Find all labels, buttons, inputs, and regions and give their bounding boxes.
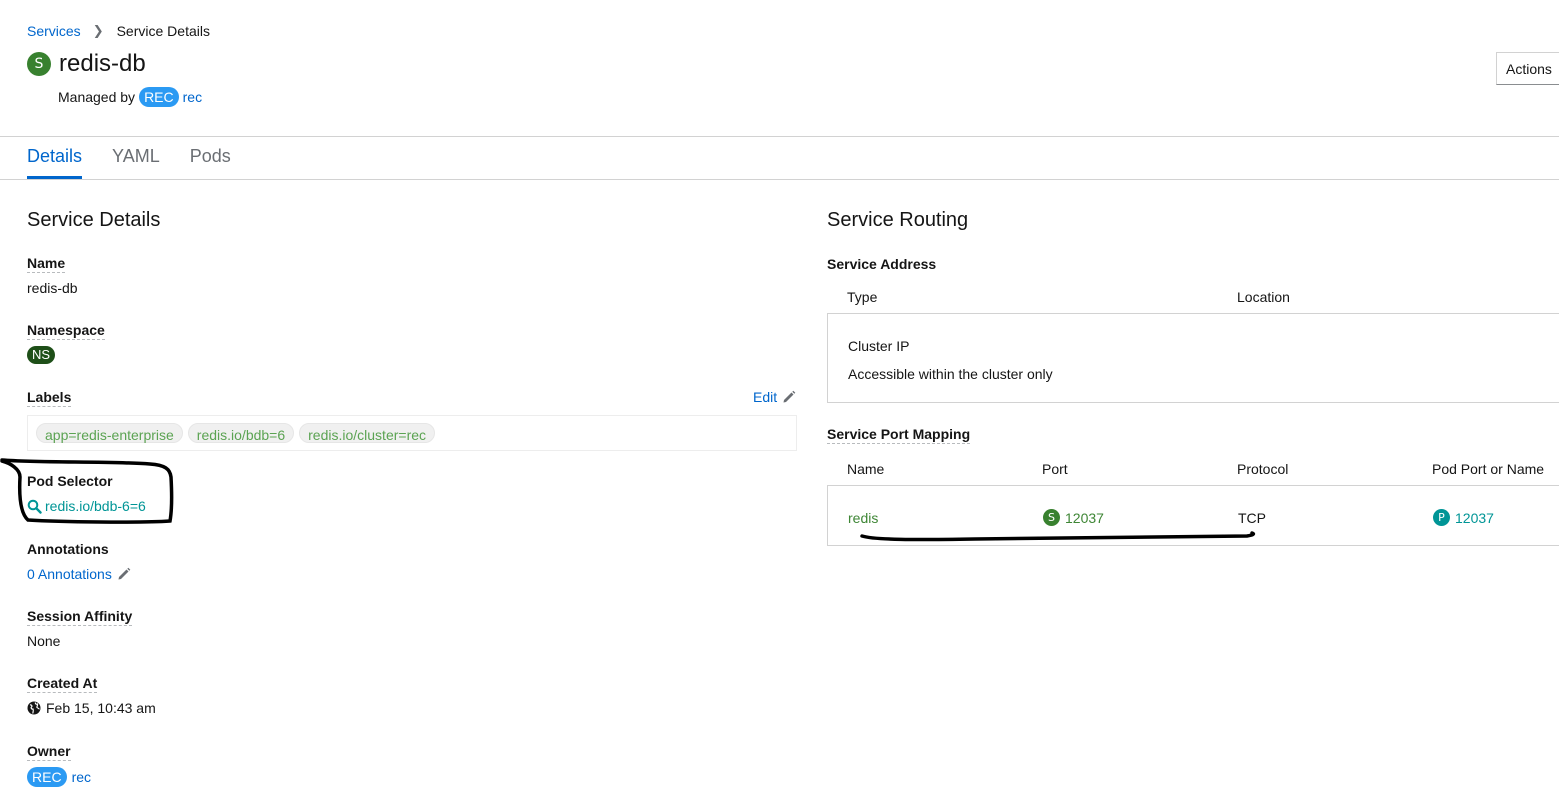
- service-address-table: Cluster IP Accessible within the cluster…: [827, 313, 1559, 403]
- hand-drawn-underline: [860, 531, 1256, 542]
- pencil-icon: [783, 390, 796, 403]
- name-label: Name: [27, 255, 66, 273]
- port-value[interactable]: 12037: [1065, 510, 1104, 526]
- service-address-label: Service Address: [827, 256, 937, 272]
- pod-port-cell[interactable]: P 12037: [1433, 509, 1494, 526]
- actions-button[interactable]: Actions: [1496, 52, 1559, 85]
- pod-port-value[interactable]: 12037: [1455, 510, 1494, 526]
- port-name-link[interactable]: redis: [848, 510, 878, 526]
- annotations-value[interactable]: 0 Annotations: [27, 566, 112, 582]
- column-header-location: Location: [1237, 289, 1290, 305]
- breadcrumb-services-link[interactable]: Services: [27, 23, 81, 39]
- namespace-label: Namespace: [27, 322, 105, 340]
- page-header: S redis-db: [27, 50, 146, 78]
- tab-bar: Details YAML Pods: [27, 146, 261, 179]
- column-header-type: Type: [847, 289, 878, 305]
- managed-by-link[interactable]: rec: [183, 89, 202, 105]
- page-title: redis-db: [59, 50, 146, 77]
- owner: REC rec: [27, 767, 91, 787]
- table-row: redis: [848, 510, 878, 526]
- chevron-right-icon: ❯: [92, 23, 104, 38]
- column-header-pod-port: Pod Port or Name: [1432, 461, 1545, 477]
- service-resource-badge: S: [1043, 509, 1060, 526]
- protocol-value: TCP: [1238, 510, 1266, 526]
- tab-yaml[interactable]: YAML: [112, 146, 160, 179]
- created-at-value: Feb 15, 10:43 am: [46, 700, 156, 716]
- rec-resource-badge: REC: [27, 767, 67, 787]
- service-details-heading: Service Details: [27, 209, 161, 231]
- rec-resource-badge: REC: [139, 87, 179, 107]
- breadcrumb-current: Service Details: [116, 23, 210, 39]
- service-port-mapping-label: Service Port Mapping: [827, 426, 971, 444]
- name-value: redis-db: [27, 280, 78, 296]
- globe-icon: [27, 701, 41, 715]
- service-resource-badge: S: [27, 52, 51, 76]
- label-chip[interactable]: app=redis-enterprise: [36, 423, 183, 443]
- address-type-value: Cluster IP: [848, 338, 910, 354]
- service-routing-heading: Service Routing: [827, 209, 969, 231]
- namespace-badge[interactable]: NS: [27, 346, 56, 364]
- labels-label: Labels: [27, 389, 72, 407]
- hand-drawn-highlight: [0, 458, 174, 524]
- edit-labels-link[interactable]: Edit: [753, 389, 796, 405]
- created-at: Feb 15, 10:43 am: [27, 700, 156, 716]
- created-at-label: Created At: [27, 675, 98, 693]
- annotations-link[interactable]: 0 Annotations: [27, 566, 131, 582]
- label-chip[interactable]: redis.io/cluster=rec: [299, 423, 436, 443]
- managed-by: Managed by REC rec: [58, 87, 202, 107]
- session-affinity-value: None: [27, 633, 61, 649]
- port-cell[interactable]: S 12037: [1043, 509, 1104, 526]
- owner-link[interactable]: rec: [72, 769, 91, 785]
- managed-by-label: Managed by: [58, 89, 136, 105]
- annotations-label: Annotations: [27, 541, 109, 557]
- breadcrumb: Services ❯ Service Details: [27, 23, 210, 39]
- pencil-icon: [118, 567, 131, 580]
- column-header-port: Port: [1042, 461, 1068, 477]
- owner-label: Owner: [27, 743, 71, 761]
- session-affinity-label: Session Affinity: [27, 608, 133, 626]
- label-chip[interactable]: redis.io/bdb=6: [187, 423, 295, 443]
- labels-list: app=redis-enterprise redis.io/bdb=6 redi…: [27, 415, 797, 451]
- column-header-name: Name: [847, 461, 885, 477]
- tabs-divider: [0, 179, 1559, 180]
- divider: [0, 136, 1559, 137]
- tab-details[interactable]: Details: [27, 146, 83, 179]
- tab-pods[interactable]: Pods: [190, 146, 231, 179]
- column-header-protocol: Protocol: [1237, 461, 1289, 477]
- pod-resource-badge: P: [1433, 509, 1450, 526]
- edit-labels-text[interactable]: Edit: [753, 389, 777, 405]
- address-description: Accessible within the cluster only: [848, 366, 1053, 382]
